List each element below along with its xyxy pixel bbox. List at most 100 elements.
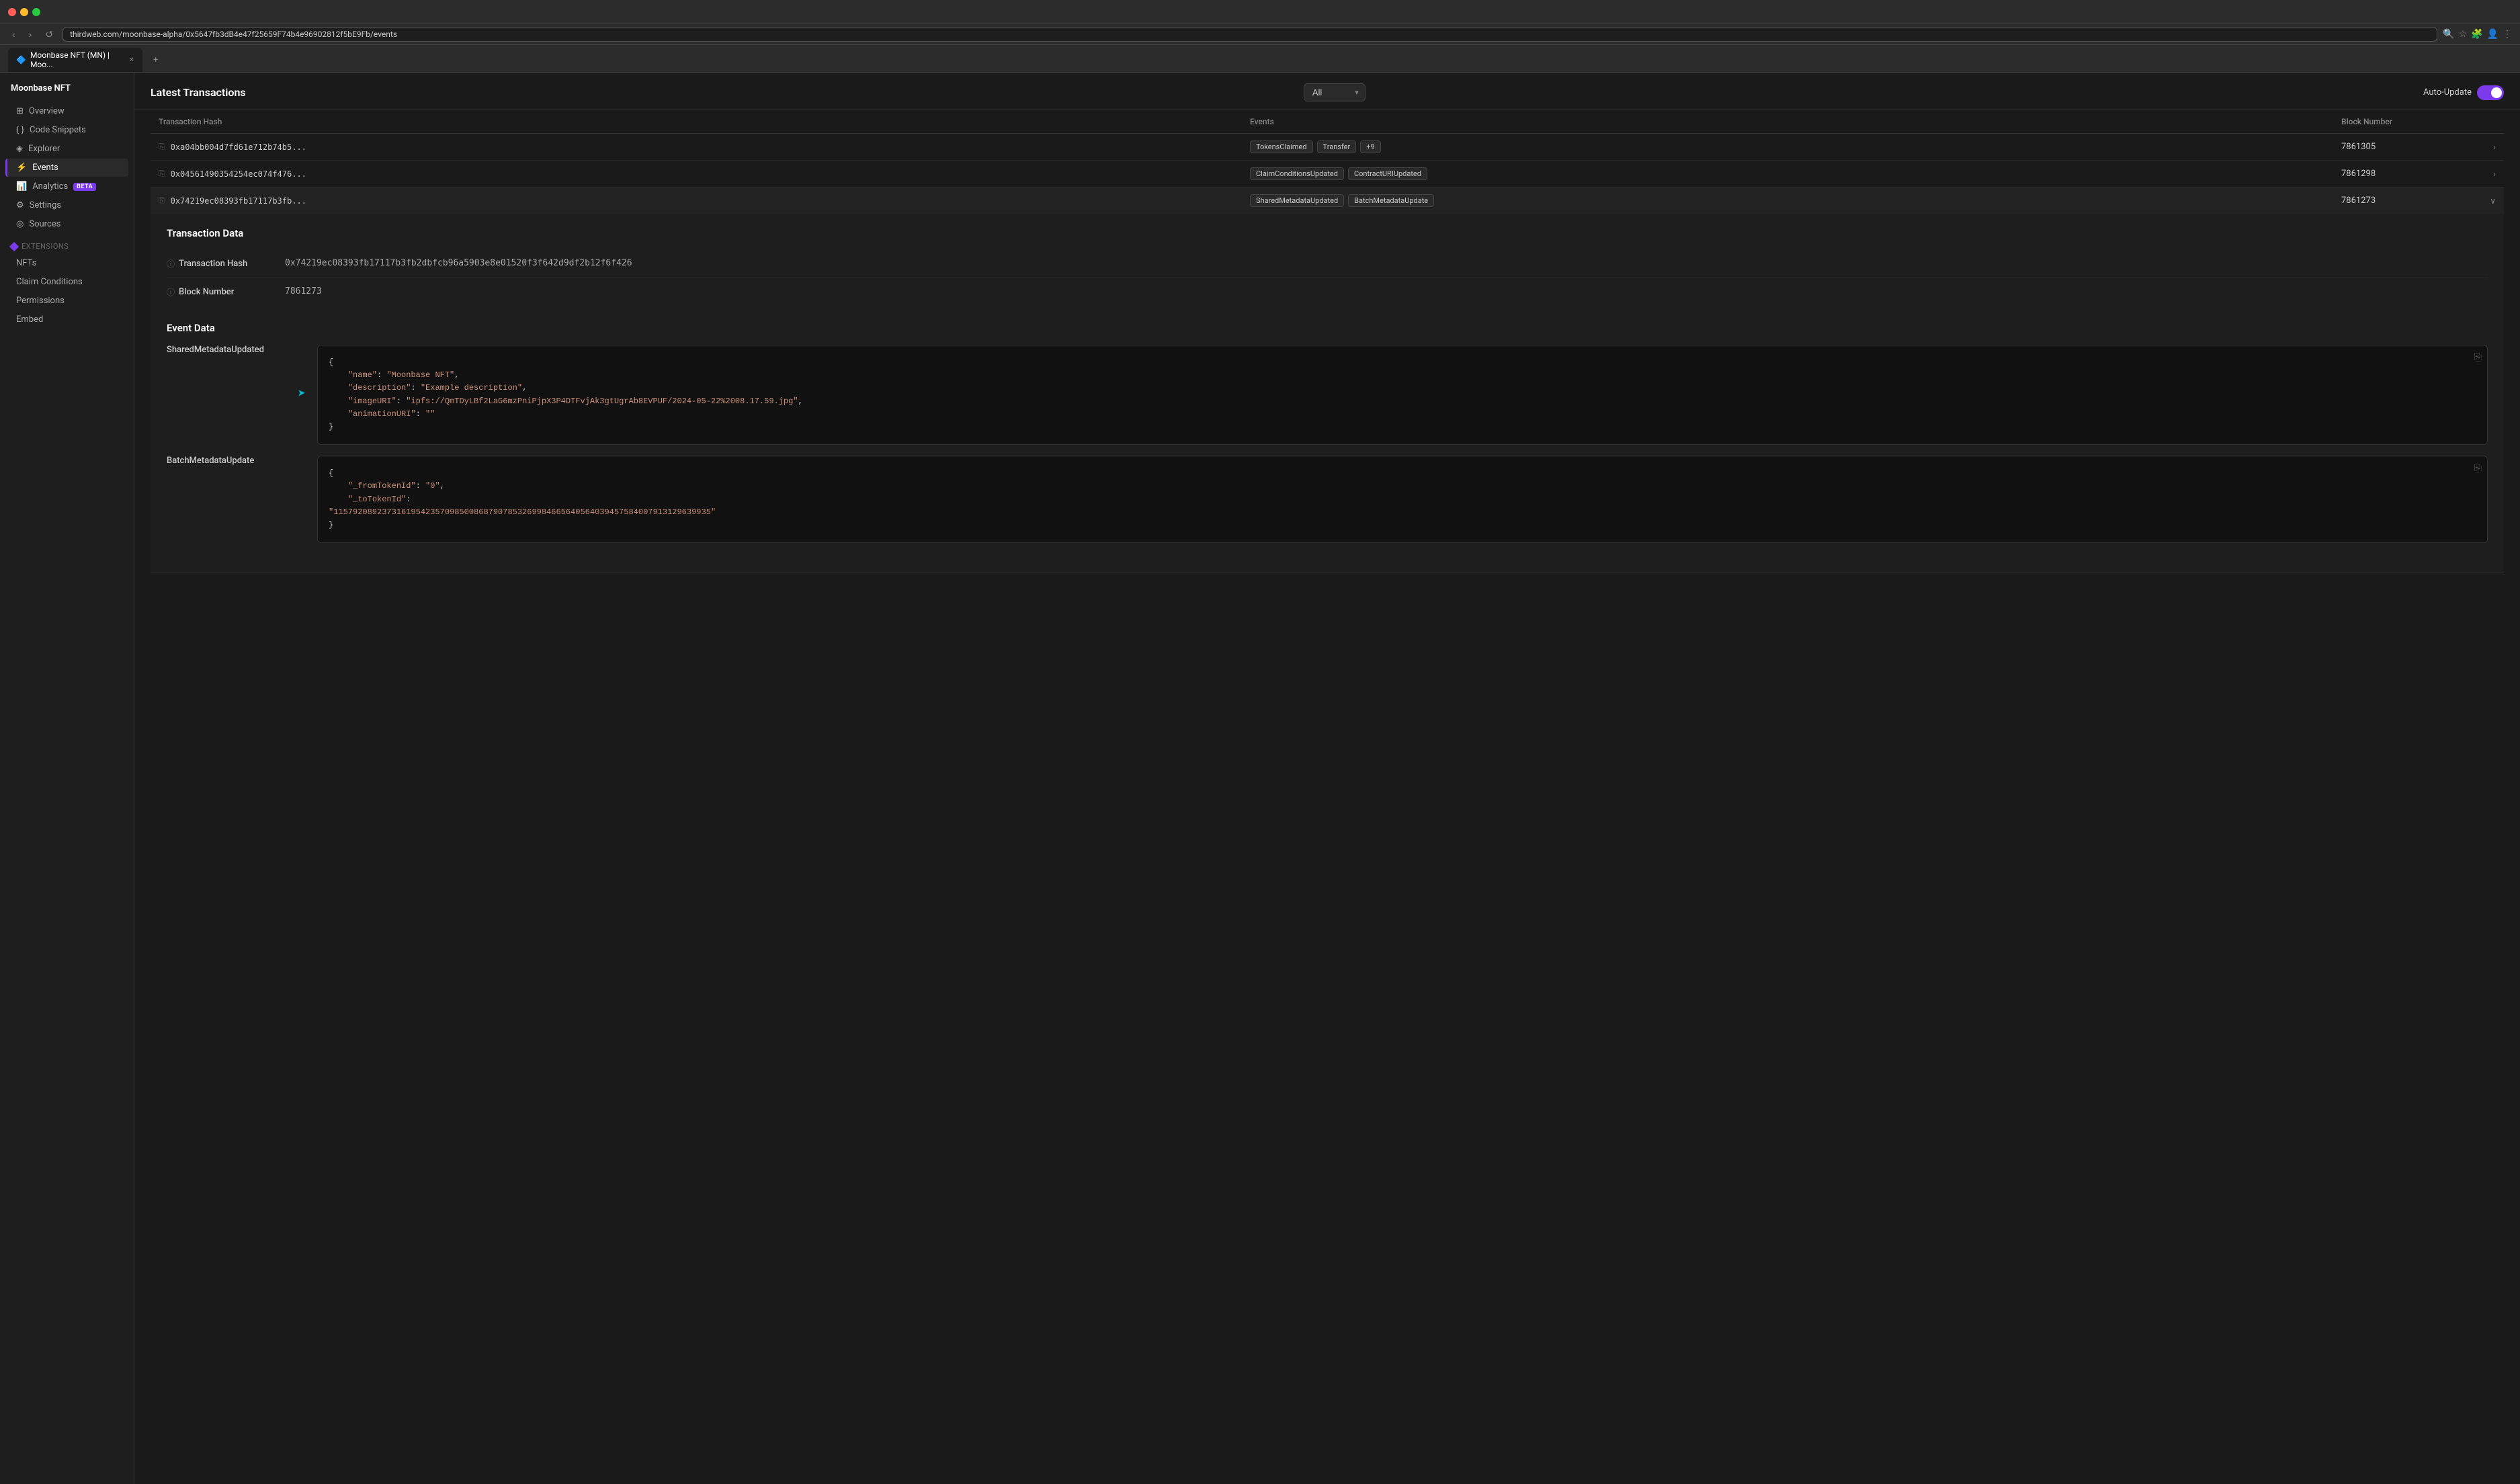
minimize-button[interactable]	[20, 8, 28, 16]
tx-hash-cell: ⎘ 0x04561490354254ec074f476...	[159, 169, 1250, 179]
col-action	[2476, 117, 2496, 126]
batch-metadata-code: ⎘ { "_fromTokenId": "0", "_toTokenId": "…	[317, 456, 2488, 543]
nav-icons: 🔍 ☆ 🧩 👤 ⋮	[2443, 29, 2512, 40]
transactions-table: Transaction Hash Events Block Number ⎘ 0…	[134, 110, 2520, 573]
table-row[interactable]: ⎘ 0xa04bb004d7fd61e712b74b5... TokensCla…	[151, 134, 2504, 161]
shared-metadata-code: ➤ ⎘ { "name": "Moonbase NFT", "descripti…	[317, 345, 2488, 445]
data-row-hash: ⓘ Transaction Hash 0x74219ec08393fb17117…	[167, 250, 2488, 278]
events-cell: ClaimConditionsUpdated ContractURIUpdate…	[1250, 167, 2341, 180]
event-data-row-batch: BatchMetadataUpdate ⎘ { "_fromTokenId": …	[167, 456, 2488, 543]
event-data-section: Event Data SharedMetadataUpdated ➤ ⎘ { "…	[167, 322, 2488, 543]
sidebar-item-overview[interactable]: ⊞ Overview	[5, 102, 128, 120]
nav-bar: ‹ › ↺ thirdweb.com/moonbase-alpha/0x5647…	[0, 24, 2520, 45]
traffic-lights	[8, 8, 40, 16]
event-tag: ClaimConditionsUpdated	[1250, 167, 1344, 180]
sidebar-item-sources[interactable]: ◎ Sources	[5, 215, 128, 233]
sidebar-item-settings[interactable]: ⚙ Settings	[5, 196, 128, 214]
event-tag: Transfer	[1317, 140, 1357, 153]
event-tag: BatchMetadataUpdate	[1348, 194, 1434, 207]
forward-button[interactable]: ›	[25, 28, 36, 41]
beta-badge: BETA	[73, 183, 96, 191]
section-title: Latest Transactions	[151, 86, 246, 99]
back-button[interactable]: ‹	[8, 28, 19, 41]
maximize-button[interactable]	[32, 8, 40, 16]
extension-icon: 🧩	[2471, 29, 2482, 40]
close-button[interactable]	[8, 8, 16, 16]
tx-hash-value: 0xa04bb004d7fd61e712b74b5...	[171, 142, 306, 152]
tx-hash-value: 0x04561490354254ec074f476...	[171, 169, 306, 179]
tab-favicon: 🔷	[16, 55, 26, 65]
filter-row: All Claimed Transfer Updated	[1304, 83, 1366, 101]
transaction-data-section: Transaction Data ⓘ Transaction Hash 0x74…	[167, 227, 2488, 306]
settings-icon: ⚙	[16, 200, 24, 210]
analytics-icon: 📊	[16, 181, 27, 192]
table-row-expanded[interactable]: ⎘ 0x74219ec08393fb17117b3fb... SharedMet…	[151, 188, 2504, 214]
events-cell: TokensClaimed Transfer +9	[1250, 140, 2341, 153]
table-row[interactable]: ⎘ 0x04561490354254ec074f476... ClaimCond…	[151, 161, 2504, 188]
new-tab-button[interactable]: +	[148, 52, 163, 68]
sidebar-item-code-snippets[interactable]: { } Code Snippets	[5, 121, 128, 139]
tx-hash-cell: ⎘ 0xa04bb004d7fd61e712b74b5...	[159, 142, 1250, 152]
sidebar-item-explorer[interactable]: ◈ Explorer	[5, 140, 128, 158]
chevron-down-icon[interactable]: ∨	[2476, 196, 2496, 206]
copy-icon[interactable]: ⎘	[159, 142, 165, 152]
active-tab[interactable]: 🔷 Moonbase NFT (MN) | Moo... ✕	[8, 48, 142, 72]
expanded-row-content: Transaction Data ⓘ Transaction Hash 0x74…	[151, 214, 2504, 573]
code-icon: { }	[16, 125, 24, 135]
plus-badge: +9	[1360, 140, 1380, 153]
menu-icon: ⋮	[2503, 29, 2512, 40]
info-icon: ⓘ	[167, 258, 175, 270]
col-block: Block Number	[2341, 117, 2476, 126]
sidebar-item-events[interactable]: ⚡ Events	[5, 159, 128, 177]
copy-icon[interactable]: ⎘	[159, 196, 165, 206]
arrow-pointer-icon: ➤	[298, 384, 306, 406]
address-bar[interactable]: thirdweb.com/moonbase-alpha/0x5647fb3dB4…	[62, 27, 2437, 42]
search-icon: 🔍	[2443, 29, 2454, 40]
transaction-data-label: Transaction Data	[167, 227, 2488, 239]
sidebar-item-nfts[interactable]: NFTs	[5, 254, 128, 272]
block-number-cell: 7861298	[2341, 169, 2476, 179]
sidebar-item-claim-conditions[interactable]: Claim Conditions	[5, 273, 128, 291]
events-icon: ⚡	[16, 163, 27, 173]
copy-code-icon[interactable]: ⎘	[2474, 462, 2482, 477]
section-header: Latest Transactions All Claimed Transfer…	[134, 73, 2520, 110]
tx-hash-value: 0x74219ec08393fb17117b3fb...	[171, 196, 306, 206]
sidebar-item-permissions[interactable]: Permissions	[5, 292, 128, 310]
col-hash: Transaction Hash	[159, 117, 1250, 126]
events-cell: SharedMetadataUpdated BatchMetadataUpdat…	[1250, 194, 2341, 207]
filter-select-wrapper: All Claimed Transfer Updated	[1304, 83, 1366, 101]
project-name: Moonbase NFT	[0, 83, 134, 101]
refresh-button[interactable]: ↺	[41, 28, 57, 42]
event-tag: ContractURIUpdated	[1348, 167, 1427, 180]
chevron-right-icon[interactable]: ›	[2476, 142, 2496, 152]
overview-icon: ⊞	[16, 106, 24, 116]
event-tag: TokensClaimed	[1250, 140, 1313, 153]
event-tag: SharedMetadataUpdated	[1250, 194, 1344, 207]
tx-hash-full-value: 0x74219ec08393fb17117b3fb2dbfcb96a5903e8…	[285, 258, 632, 268]
block-number-cell: 7861305	[2341, 142, 2476, 152]
shared-metadata-label: SharedMetadataUpdated	[167, 345, 301, 355]
auto-update-row: Auto-Update	[2423, 85, 2504, 100]
diamond-icon	[9, 241, 19, 251]
sidebar-item-embed[interactable]: Embed	[5, 311, 128, 329]
profile-icon: 👤	[2487, 29, 2498, 40]
copy-icon[interactable]: ⎘	[159, 169, 165, 179]
main-content: Latest Transactions All Claimed Transfer…	[134, 73, 2520, 1484]
tx-hash-label: ⓘ Transaction Hash	[167, 258, 274, 270]
block-number-cell: 7861273	[2341, 196, 2476, 206]
chevron-right-icon[interactable]: ›	[2476, 169, 2496, 179]
tx-hash-cell: ⎘ 0x74219ec08393fb17117b3fb...	[159, 196, 1250, 206]
block-number-full-value: 7861273	[285, 286, 322, 296]
sidebar-item-analytics[interactable]: 📊 Analytics BETA	[5, 177, 128, 196]
copy-code-icon[interactable]: ⎘	[2474, 351, 2482, 366]
sources-icon: ◎	[16, 219, 24, 229]
bookmark-icon: ☆	[2459, 29, 2468, 40]
event-data-row-shared: SharedMetadataUpdated ➤ ⎘ { "name": "Moo…	[167, 345, 2488, 445]
event-data-label: Event Data	[167, 322, 2488, 334]
tab-close-icon[interactable]: ✕	[129, 56, 134, 64]
filter-select[interactable]: All Claimed Transfer Updated	[1304, 83, 1366, 101]
browser-chrome	[0, 0, 2520, 24]
explorer-icon: ◈	[16, 144, 23, 154]
auto-update-toggle[interactable]	[2477, 85, 2504, 100]
batch-metadata-label: BatchMetadataUpdate	[167, 456, 301, 466]
